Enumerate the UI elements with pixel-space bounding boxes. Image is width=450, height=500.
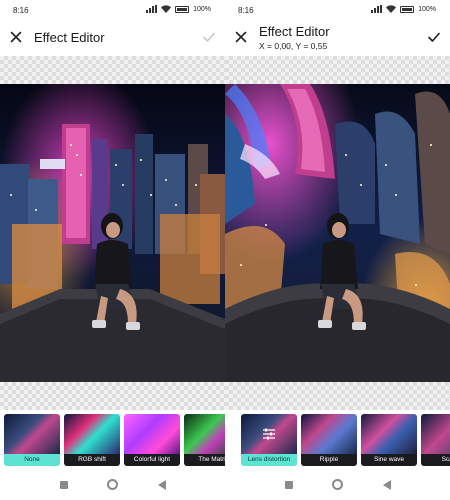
effect-label: The Matri (184, 454, 225, 466)
top-app-bar: Effect Editor X = 0,00, Y = 0,55 (225, 20, 450, 56)
square-icon[interactable] (60, 481, 68, 489)
screen-original: 8:16 100% Effect Editor None RGB shift C… (0, 0, 225, 500)
effect-thumb-scan[interactable]: Scan (421, 414, 450, 466)
effect-thumb-colorful-light[interactable]: Colorful light (124, 414, 180, 466)
canvas-padding-top (225, 56, 450, 84)
canvas-padding-top (0, 56, 225, 84)
top-app-bar: Effect Editor (0, 20, 225, 56)
effect-label: Sine wave (361, 454, 417, 466)
check-icon[interactable] (426, 29, 442, 45)
check-icon[interactable] (201, 29, 217, 45)
system-nav-bar (0, 470, 225, 500)
close-icon[interactable] (233, 29, 249, 45)
system-nav-bar (225, 470, 450, 500)
signal-icon (371, 5, 383, 13)
status-bar: 8:16 100% (225, 0, 450, 20)
signal-icon (146, 5, 158, 13)
effects-strip: None RGB shift Colorful light The Matri (0, 410, 225, 470)
effect-thumb-sine-wave[interactable]: Sine wave (361, 414, 417, 466)
screen-lens-distortion: 8:16 100% Effect Editor X = 0,00, Y = 0,… (225, 0, 450, 500)
effect-thumb-rgb-shift[interactable]: RGB shift (64, 414, 120, 466)
effect-thumb-ripple[interactable]: Ripple (301, 414, 357, 466)
circle-icon[interactable] (332, 479, 343, 490)
coordinates-readout: X = 0,00, Y = 0,55 (259, 41, 328, 51)
effect-label: Scan (421, 454, 450, 466)
back-triangle-icon[interactable] (383, 480, 391, 490)
status-time: 8:16 (238, 6, 254, 15)
canvas-padding-bottom (0, 382, 225, 410)
effect-thumb-the-matrix[interactable]: The Matri (184, 414, 225, 466)
square-icon[interactable] (285, 481, 293, 489)
effect-label: None (4, 454, 60, 466)
effect-label: Lens distortion (241, 454, 297, 466)
status-bar: 8:16 100% (0, 0, 225, 20)
wifi-icon (386, 5, 397, 13)
page-title: Effect Editor (259, 24, 330, 39)
close-icon[interactable] (8, 29, 24, 45)
wifi-icon (161, 5, 172, 13)
effect-preview (124, 414, 180, 454)
battery-icon (175, 5, 190, 13)
back-triangle-icon[interactable] (158, 480, 166, 490)
effect-label: Colorful light (124, 454, 180, 466)
circle-icon[interactable] (107, 479, 118, 490)
status-time: 8:16 (13, 6, 29, 15)
battery-icon (400, 5, 415, 13)
effect-preview (421, 414, 450, 454)
effect-label: RGB shift (64, 454, 120, 466)
effect-preview (301, 414, 357, 454)
battery-percent: 100% (418, 5, 436, 13)
effect-preview (184, 414, 225, 454)
effect-preview (361, 414, 417, 454)
sliders-icon[interactable] (262, 427, 276, 441)
effect-preview (64, 414, 120, 454)
effect-preview (4, 414, 60, 454)
effects-strip: Lens distortion Ripple Sine wave Scan (225, 410, 450, 470)
photo-preview-distorted[interactable] (225, 84, 450, 382)
battery-percent: 100% (193, 5, 211, 13)
effect-thumb-lens-distortion[interactable]: Lens distortion (241, 414, 297, 466)
page-title: Effect Editor (34, 30, 105, 45)
photo-preview-original (0, 84, 225, 382)
canvas-padding-bottom (225, 382, 450, 410)
effect-thumb-none[interactable]: None (4, 414, 60, 466)
effect-label: Ripple (301, 454, 357, 466)
